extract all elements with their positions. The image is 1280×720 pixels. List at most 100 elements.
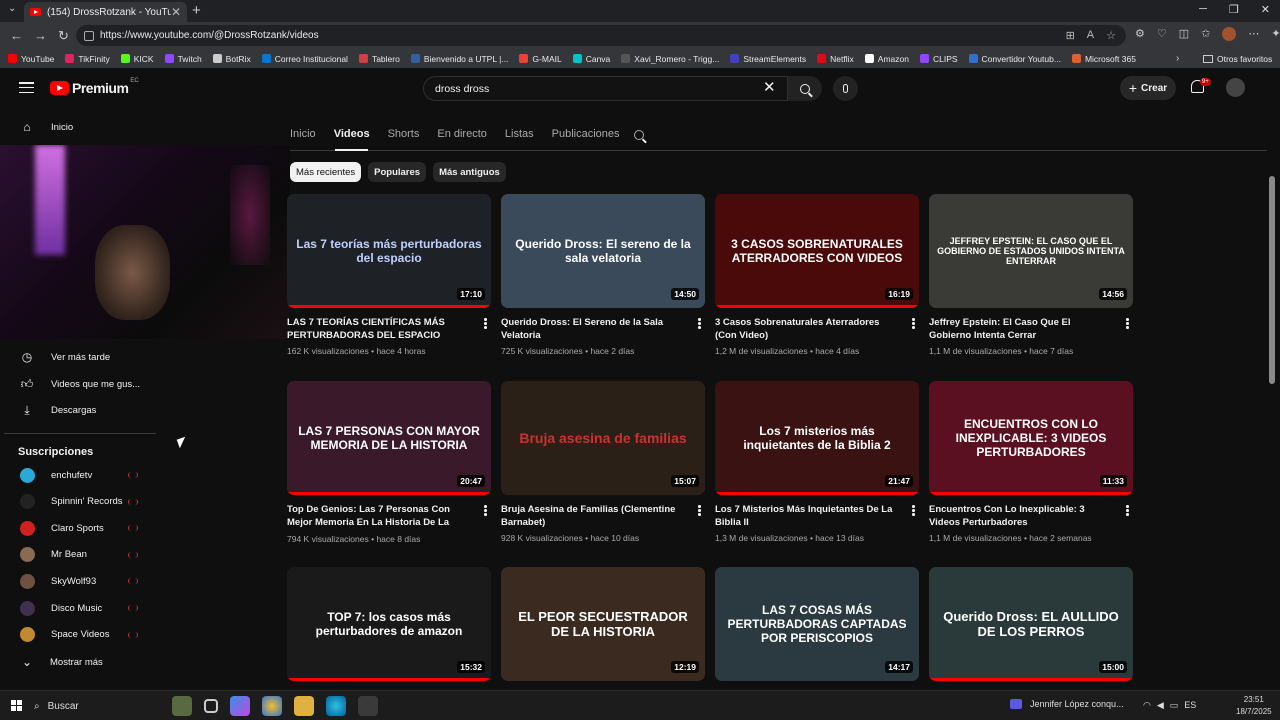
search-input[interactable]: dross dross: [423, 76, 788, 101]
bookmark-item[interactable]: Microsoft 365: [1071, 54, 1136, 64]
bookmark-item[interactable]: YouTube: [8, 54, 54, 64]
video-thumbnail[interactable]: LAS 7 PERSONAS CON MAYOR MEMORIA DE LA H…: [287, 381, 491, 495]
channel-search-icon[interactable]: [634, 130, 644, 140]
video-card[interactable]: TOP 7: los casos más perturbadores de am…: [287, 567, 491, 681]
profile-avatar[interactable]: [1222, 27, 1237, 41]
user-avatar[interactable]: [1226, 78, 1245, 97]
video-title[interactable]: Los 7 Misterios Más Inquietantes De La B…: [715, 503, 919, 529]
video-card[interactable]: JEFFREY EPSTEIN: EL CASO QUE EL GOBIERNO…: [929, 194, 1133, 356]
more-options-icon[interactable]: [484, 505, 487, 516]
subscription-item[interactable]: SkyWolf93: [0, 568, 160, 594]
bookmark-item[interactable]: Xavi_Romero - Trigg...: [621, 54, 719, 64]
video-card[interactable]: Querido Dross: EL AULLIDO DE LOS PERROS 1…: [929, 567, 1133, 681]
url-field[interactable]: https://www.youtube.com/@DrossRotzank/vi…: [76, 25, 1126, 46]
more-options-icon[interactable]: [1126, 318, 1129, 329]
copilot-icon[interactable]: ✦: [1271, 27, 1280, 41]
more-options-icon[interactable]: [484, 318, 487, 329]
volume-icon[interactable]: ◀: [1157, 700, 1164, 711]
taskbar-search[interactable]: ⌕ Buscar: [34, 695, 169, 717]
bookmark-item[interactable]: Tablero: [358, 54, 400, 64]
battery-icon[interactable]: ▭: [1170, 700, 1179, 711]
sidebar-item-watch-later[interactable]: ◷ Ver más tarde: [0, 344, 165, 370]
bookmarks-overflow-chevron-icon[interactable]: ›: [1176, 53, 1179, 64]
bookmark-item[interactable]: StreamElements: [730, 54, 806, 64]
bookmark-item[interactable]: Amazon: [864, 54, 909, 64]
video-card[interactable]: Querido Dross: El sereno de la sala vela…: [501, 194, 705, 356]
video-thumbnail[interactable]: JEFFREY EPSTEIN: EL CASO QUE EL GOBIERNO…: [929, 194, 1133, 308]
subscription-item[interactable]: Spinnin' Records: [0, 489, 160, 515]
bookmark-item[interactable]: TikFinity: [65, 54, 110, 64]
tab-en-directo[interactable]: En directo: [437, 128, 487, 140]
minimize-icon[interactable]: ─: [1199, 3, 1207, 16]
file-explorer-icon[interactable]: [294, 696, 314, 716]
video-thumbnail[interactable]: Los 7 misterios más inquietantes de la B…: [715, 381, 919, 495]
more-options-icon[interactable]: [698, 505, 701, 516]
close-window-icon[interactable]: ✕: [1261, 3, 1270, 16]
scrollbar-thumb[interactable]: [1269, 176, 1275, 384]
sidebar-item-home[interactable]: ⌂ Inicio: [0, 114, 165, 140]
clear-search-icon[interactable]: ✕: [763, 80, 776, 95]
video-card[interactable]: LAS 7 PERSONAS CON MAYOR MEMORIA DE LA H…: [287, 381, 491, 544]
edge-app-icon[interactable]: [326, 696, 346, 716]
bookmark-item[interactable]: G-MAIL: [519, 54, 562, 64]
windows-start-icon[interactable]: [11, 700, 22, 711]
app-install-icon[interactable]: ⊞: [1066, 29, 1075, 42]
split-screen-icon[interactable]: ◫: [1179, 27, 1189, 41]
new-tab-button[interactable]: +: [192, 2, 201, 19]
voice-search-button[interactable]: [833, 76, 858, 101]
chrome-app-icon[interactable]: [262, 696, 282, 716]
video-thumbnail[interactable]: Las 7 teorías más perturbadoras del espa…: [287, 194, 491, 308]
tab-shorts[interactable]: Shorts: [388, 128, 420, 140]
subscription-item[interactable]: Mr Bean: [0, 542, 160, 568]
bookmark-item[interactable]: BotRix: [212, 54, 251, 64]
reload-icon[interactable]: ↻: [58, 28, 72, 44]
performance-icon[interactable]: ♡: [1157, 27, 1167, 41]
more-options-icon[interactable]: [912, 318, 915, 329]
show-more-button[interactable]: ⌄ Mostrar más: [0, 649, 160, 675]
other-favorites-folder[interactable]: Otros favoritos: [1203, 54, 1272, 64]
tab-list-chevron-icon[interactable]: ⌄: [8, 3, 16, 14]
video-title[interactable]: Querido Dross: El Sereno de la Sala Vela…: [501, 316, 705, 342]
more-options-icon[interactable]: [912, 505, 915, 516]
extensions-icon[interactable]: ⚙: [1135, 27, 1145, 41]
obs-app-icon[interactable]: [358, 696, 378, 716]
sort-chip[interactable]: Más recientes: [290, 162, 362, 182]
more-options-icon[interactable]: [698, 318, 701, 329]
video-title[interactable]: Top De Genios: Las 7 Personas Con Mejor …: [287, 503, 491, 530]
wifi-icon[interactable]: ◠: [1143, 700, 1151, 711]
sort-chip[interactable]: Populares: [368, 162, 427, 182]
video-title[interactable]: Encuentros Con Lo Inexplicable: 3 Videos…: [929, 503, 1133, 529]
sidebar-item-liked-videos[interactable]: 👍︎ Videos que me gus...: [0, 371, 165, 397]
youtube-premium-logo[interactable]: Premium EC: [50, 78, 139, 96]
tab-videos[interactable]: Videos: [334, 128, 370, 140]
subscription-item[interactable]: Space Videos: [0, 622, 160, 648]
video-thumbnail[interactable]: LAS 7 COSAS MÁS PERTURBADORAS CAPTADAS P…: [715, 567, 919, 681]
subscription-item[interactable]: enchufetv: [0, 462, 160, 488]
search-button[interactable]: [788, 76, 822, 101]
video-thumbnail[interactable]: TOP 7: los casos más perturbadores de am…: [287, 567, 491, 681]
task-view-icon[interactable]: [204, 699, 218, 713]
tab-inicio[interactable]: Inicio: [290, 128, 316, 140]
favorites-icon[interactable]: ✩: [1201, 27, 1210, 41]
video-card[interactable]: 3 CASOS SOBRENATURALES ATERRADORES CON V…: [715, 194, 919, 356]
favorite-star-icon[interactable]: ☆: [1106, 29, 1116, 42]
bookmark-item[interactable]: Convertidor Youtub...: [968, 54, 1061, 64]
tab-listas[interactable]: Listas: [505, 128, 534, 140]
create-button[interactable]: + Crear: [1120, 76, 1176, 100]
sidebar-item-downloads[interactable]: ⤓ Descargas: [0, 397, 165, 423]
more-options-icon[interactable]: [1126, 505, 1129, 516]
bookmark-item[interactable]: Bienvenido a UTPL |...: [410, 54, 508, 64]
video-title[interactable]: LAS 7 TEORÍAS CIENTÍFICAS MÁS PERTURBADO…: [287, 316, 491, 342]
video-card[interactable]: LAS 7 COSAS MÁS PERTURBADORAS CAPTADAS P…: [715, 567, 919, 681]
widgets-icon[interactable]: [172, 696, 192, 716]
menu-icon[interactable]: [19, 82, 34, 93]
more-menu-icon[interactable]: ⋯: [1248, 27, 1259, 41]
bookmark-item[interactable]: Twitch: [164, 54, 202, 64]
bookmark-item[interactable]: KICK: [120, 54, 154, 64]
site-info-icon[interactable]: [84, 30, 94, 41]
video-card[interactable]: Bruja asesina de familias 15:07 Bruja Ases…: [501, 381, 705, 543]
subscription-item[interactable]: Disco Music: [0, 595, 160, 621]
clock[interactable]: 23:51 18/7/2025: [1236, 694, 1272, 718]
video-thumbnail[interactable]: Bruja asesina de familias 15:07: [501, 381, 705, 495]
bookmark-item[interactable]: Correo Institucional: [261, 54, 348, 64]
